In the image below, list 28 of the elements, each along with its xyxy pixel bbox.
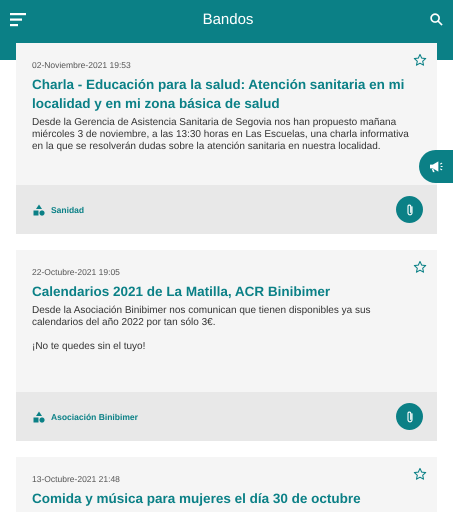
category-label[interactable]: Sanidad (51, 204, 390, 214)
paperclip-icon (406, 410, 414, 424)
page-title: Bandos (202, 12, 254, 28)
post-card[interactable] (16, 43, 437, 234)
menu-icon[interactable] (10, 13, 26, 27)
announcement-tab[interactable] (419, 150, 453, 183)
paperclip-icon (406, 202, 414, 216)
post-title[interactable]: Calendarios 2021 de La Matilla, ACR Binibimer (32, 282, 421, 301)
category-label[interactable]: Asociación Binibimer (51, 412, 390, 422)
post-text: Desde la Asociación Binibimer nos comunican que tienen disponibles ya sus calendarios del año 2022 por tan sólo 3€. (32, 305, 372, 329)
post-date: 13-Octubre-2021 21:48 (32, 474, 120, 484)
attachment-button[interactable] (396, 403, 423, 430)
post-card[interactable] (16, 250, 437, 441)
post-card[interactable]: 13-Octubre-2021 21:48 Comida y música para mujeres el día 30 de octubre (16, 457, 437, 512)
attachment-button[interactable] (396, 196, 423, 223)
post-text: Desde la Gerencia de Asistencia Sanitaria de Segovia nos han propuesto mañana miércoles 3 de noviembre, a las 13:30 horas en Las Escuelas, una charla informativa en la que se resolverán dudas sobre la atención sanitaria en nuestra localidad. (32, 117, 410, 153)
post-title[interactable]: Charla - Educación para la salud: Atención sanitaria en mi localidad y en mi zona básica de salud (32, 75, 421, 113)
post-date: 22-Octubre-2021 19:05 (32, 267, 120, 277)
star-icon[interactable] (413, 467, 427, 481)
post-date: 02-Noviembre-2021 19:53 (32, 60, 131, 70)
star-icon[interactable] (413, 260, 427, 274)
post-text: ¡No te quedes sin el tuyo! (32, 341, 146, 353)
search-icon[interactable] (430, 13, 443, 26)
star-icon[interactable] (413, 53, 427, 67)
post-title[interactable]: Comida y música para mujeres el día 30 de octubre (32, 489, 421, 508)
megaphone-icon (428, 160, 444, 173)
shapes-icon (33, 410, 45, 422)
shapes-icon (33, 204, 45, 216)
